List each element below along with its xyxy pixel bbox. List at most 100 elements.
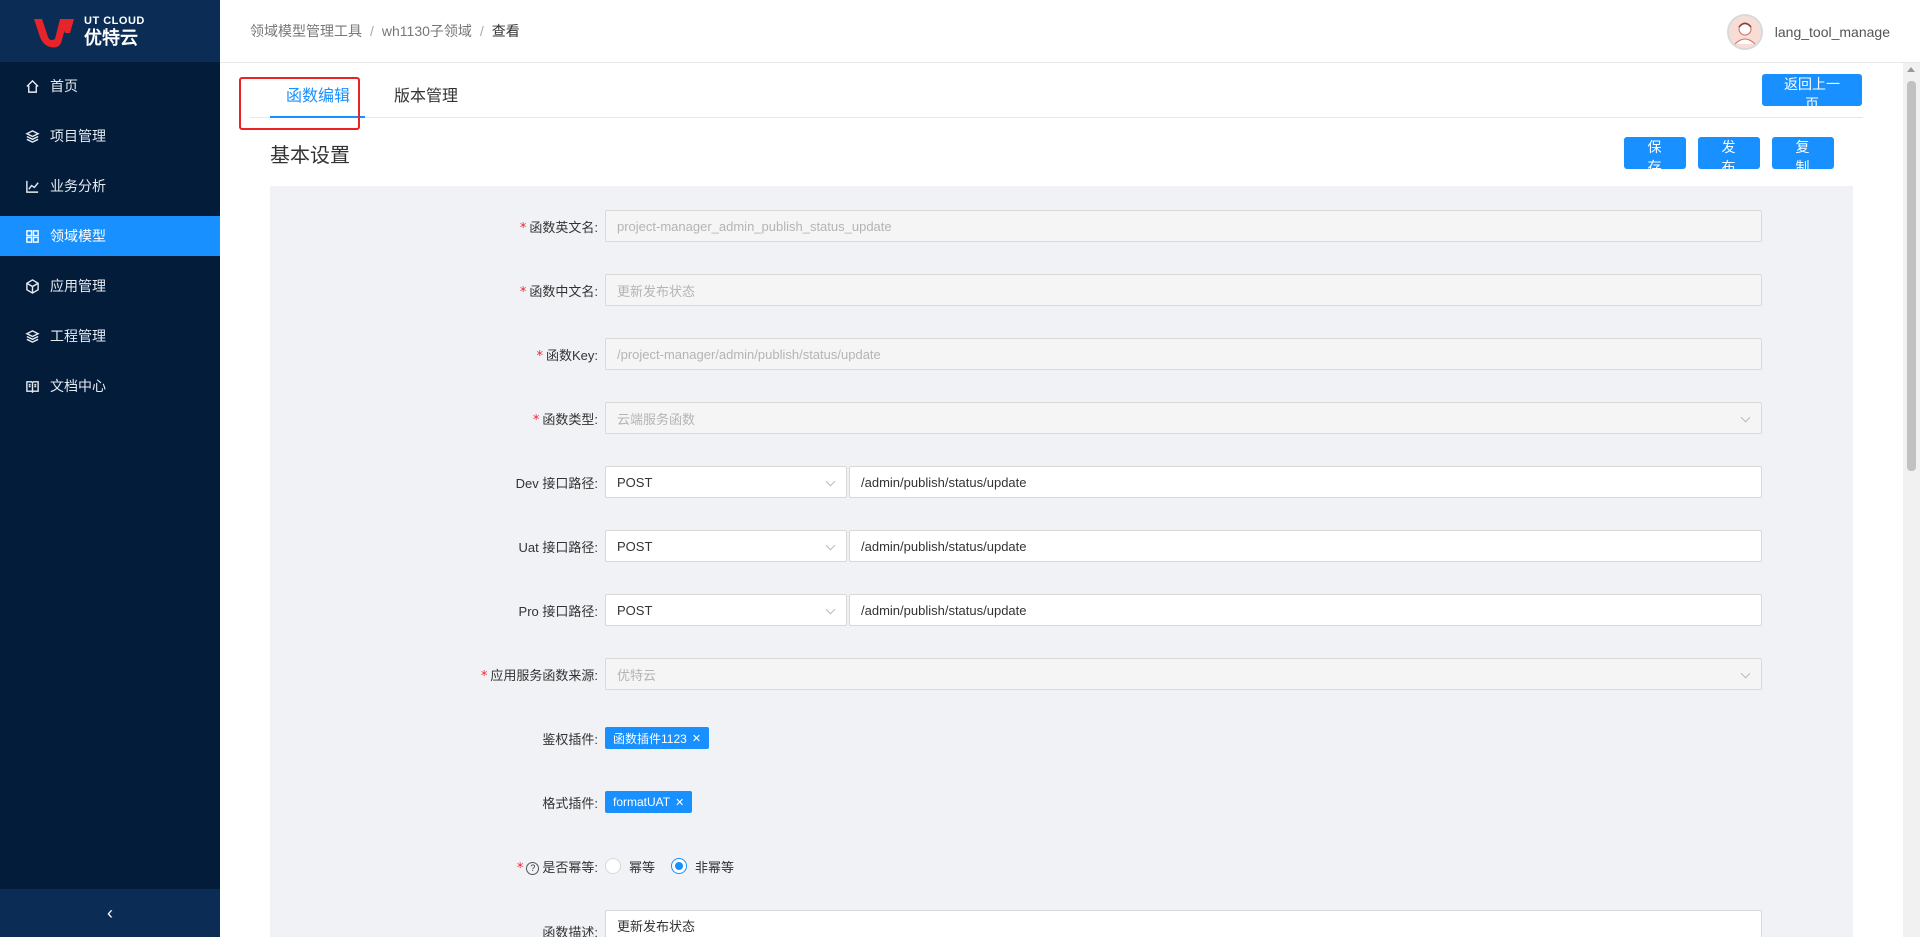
breadcrumb: 领域模型管理工具 / wh1130子领域 / 查看 — [250, 21, 520, 41]
dev-path-input[interactable]: /admin/publish/status/update — [849, 466, 1762, 498]
pro-path-input[interactable]: /admin/publish/status/update — [849, 594, 1762, 626]
uat-method-value: POST — [617, 538, 653, 554]
tab-active-indicator — [270, 116, 365, 118]
format-plugin-tag: formatUAT ✕ — [605, 791, 693, 813]
type-select[interactable]: 云端服务函数 — [605, 402, 1762, 434]
section-title: 基本设置 — [270, 145, 350, 167]
logo-cn: 优特云 — [84, 27, 138, 48]
logo-en: UT CLOUD — [84, 14, 145, 27]
cube-icon — [24, 278, 40, 294]
source-label: * 应用服务函数来源: — [480, 667, 598, 684]
radio-circle-checked — [671, 858, 688, 874]
cn-name-field[interactable]: 更新发布状态 — [605, 274, 1762, 306]
form-row-auth-plugin: 鉴权插件: 函数插件1123 ✕ — [270, 722, 1853, 754]
source-select[interactable]: 优特云 — [605, 658, 1762, 690]
tab-function-edit[interactable]: 函数编辑 — [286, 82, 350, 106]
sidebar-item-label: 项目管理 — [50, 128, 106, 144]
pro-method-value: POST — [617, 602, 653, 618]
form-row-pro-path: Pro 接口路径: POST /admin/publish/status/upd… — [270, 594, 1853, 626]
grid-icon — [24, 228, 40, 244]
uat-path-input[interactable]: /admin/publish/status/update — [849, 530, 1762, 562]
chart-icon — [24, 178, 40, 194]
form-row-source: * 应用服务函数来源: 优特云 — [270, 658, 1853, 690]
sidebar: UT CLOUD 优特云 首页 项目管理 业务分析 领域模型 应用管理 工程管理 — [0, 0, 220, 937]
scroll-up-icon[interactable] — [1907, 67, 1915, 72]
sidebar-item-home[interactable]: 首页 — [0, 66, 220, 106]
save-button[interactable]: 保 存 — [1624, 137, 1686, 175]
radio-label: 幂等 — [629, 859, 656, 875]
dev-method-value: POST — [617, 474, 653, 490]
idempotent-label: *? 是否幂等: — [516, 859, 598, 876]
radio-label: 非幂等 — [695, 859, 735, 875]
uat-method-select[interactable]: POST — [605, 530, 847, 562]
dev-path-label: Dev 接口路径: — [515, 475, 598, 491]
breadcrumb-item[interactable]: wh1130子领域 — [382, 21, 472, 41]
home-icon — [24, 78, 40, 94]
form-row-uat-path: Uat 接口路径: POST /admin/publish/status/upd… — [270, 530, 1853, 562]
key-label: * 函数Key: — [536, 347, 598, 364]
sidebar-item-analysis[interactable]: 业务分析 — [0, 166, 220, 206]
en-name-label: * 函数英文名: — [519, 219, 598, 236]
auth-plugin-tag-label: 函数插件1123 — [613, 731, 687, 746]
form-row-description: 函数描述: 更新发布状态 — [270, 910, 1853, 937]
breadcrumb-current: 查看 — [491, 23, 520, 39]
sidebar-item-label: 首页 — [50, 78, 78, 94]
form-row-en-name: * 函数英文名: project-manager_admin_publish_st… — [270, 210, 1853, 242]
auth-plugin-label: 鉴权插件: — [542, 731, 598, 747]
sidebar-item-domain-model[interactable]: 领域模型 — [0, 216, 220, 256]
logo-mark-icon — [30, 13, 78, 49]
user-menu[interactable]: lang_tool_manage — [1726, 14, 1890, 50]
format-plugin-tag-label: formatUAT — [613, 795, 671, 809]
form-row-dev-path: Dev 接口路径: POST /admin/publish/status/upd… — [270, 466, 1853, 498]
form-row-format-plugin: 格式插件: formatUAT ✕ — [270, 786, 1853, 818]
pro-method-select[interactable]: POST — [605, 594, 847, 626]
sidebar-item-projects[interactable]: 项目管理 — [0, 116, 220, 156]
description-label: 函数描述: — [542, 925, 598, 937]
logo[interactable]: UT CLOUD 优特云 — [0, 0, 220, 62]
chevron-down-icon — [825, 540, 836, 551]
sidebar-item-label: 领域模型 — [50, 228, 106, 244]
sidebar-collapse-button[interactable]: ‹ — [0, 889, 220, 937]
close-icon[interactable]: ✕ — [675, 796, 684, 809]
avatar[interactable] — [1726, 14, 1763, 50]
form-row-idempotent: *? 是否幂等: 幂等 非幂等 — [270, 850, 1853, 882]
close-icon[interactable]: ✕ — [692, 732, 701, 745]
publish-button[interactable]: 发 布 — [1698, 137, 1760, 175]
pro-path-label: Pro 接口路径: — [518, 603, 598, 619]
dev-method-select[interactable]: POST — [605, 466, 847, 498]
breadcrumb-separator: / — [370, 23, 374, 39]
copy-button[interactable]: 复 制 — [1772, 137, 1834, 175]
tab-version-manage[interactable]: 版本管理 — [394, 82, 458, 106]
back-button[interactable]: 返回上一页 — [1762, 74, 1862, 112]
source-select-value: 优特云 — [617, 667, 657, 683]
auth-plugin-tag: 函数插件1123 ✕ — [605, 727, 710, 749]
username: lang_tool_manage — [1774, 24, 1890, 40]
chevron-down-icon — [825, 476, 836, 487]
tab-bar: 函数编辑 版本管理 返回上一页 — [250, 63, 1863, 118]
layers-icon — [24, 128, 40, 144]
sidebar-item-docs[interactable]: 文档中心 — [0, 366, 220, 406]
sidebar-menu: 首页 项目管理 业务分析 领域模型 应用管理 工程管理 文档中心 — [0, 66, 220, 406]
radio-non-idempotent[interactable]: 非幂等 — [671, 857, 734, 876]
chevron-down-icon — [1740, 412, 1751, 423]
radio-idempotent[interactable]: 幂等 — [605, 857, 655, 876]
page-scrollbar[interactable] — [1903, 63, 1920, 937]
sidebar-item-engineering[interactable]: 工程管理 — [0, 316, 220, 356]
chevron-down-icon — [1740, 668, 1751, 679]
question-circle-icon[interactable]: ? — [526, 861, 540, 875]
radio-circle — [605, 858, 621, 874]
scroll-thumb[interactable] — [1907, 81, 1916, 471]
sidebar-item-apps[interactable]: 应用管理 — [0, 266, 220, 306]
description-textarea[interactable]: 更新发布状态 — [605, 910, 1762, 937]
sidebar-item-label: 工程管理 — [50, 328, 106, 344]
idempotent-radio-group: 幂等 非幂等 — [605, 857, 750, 876]
breadcrumb-item[interactable]: 领域模型管理工具 — [250, 21, 362, 41]
book-icon — [24, 378, 40, 394]
sidebar-item-label: 业务分析 — [50, 178, 106, 194]
main-content: 函数编辑 版本管理 返回上一页 基本设置 保 存 发 布 复 制 * 函数英文名:… — [220, 63, 1903, 937]
form-panel: * 函数英文名: project-manager_admin_publish_st… — [270, 186, 1853, 937]
en-name-field[interactable]: project-manager_admin_publish_status_upd… — [605, 210, 1762, 242]
key-field[interactable]: /project-manager/admin/publish/status/up… — [605, 338, 1762, 370]
breadcrumb-separator: / — [479, 23, 484, 39]
type-label: * 函数类型: — [532, 411, 598, 428]
